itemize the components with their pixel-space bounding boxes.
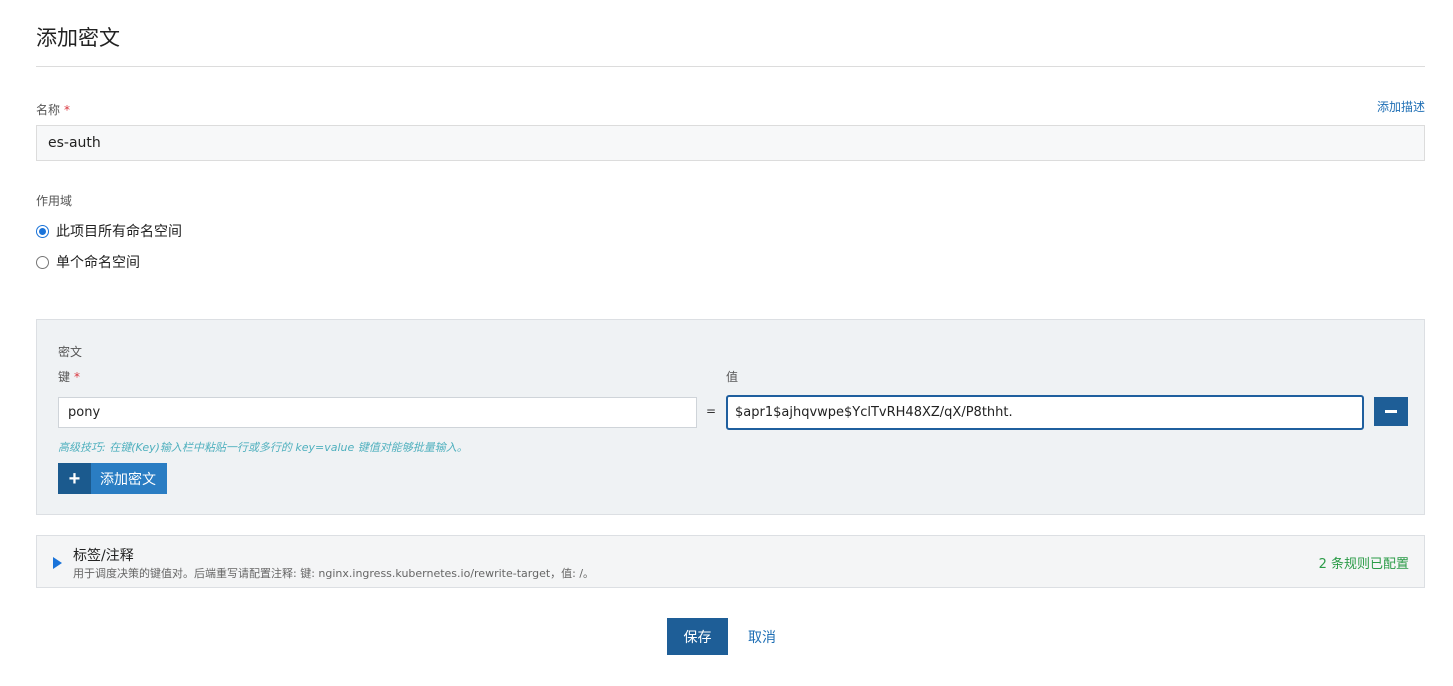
scope-option-label: 单个命名空间 xyxy=(56,255,140,271)
name-input[interactable] xyxy=(36,125,1425,161)
add-description-link[interactable]: 添加描述 xyxy=(1377,98,1425,115)
scope-option-single-namespace[interactable]: 单个命名空间 xyxy=(36,252,140,272)
scope-option-all-namespaces[interactable]: 此项目所有命名空间 xyxy=(36,221,182,241)
minus-icon xyxy=(1385,410,1397,413)
radio-checked-icon[interactable] xyxy=(36,224,49,238)
name-label-text: 名称 xyxy=(36,103,61,117)
add-secret-label: 添加密文 xyxy=(91,463,167,494)
required-mark: * xyxy=(74,370,81,384)
secret-panel: 密文 键* 值 = 高级技巧: 在键(Key)输入栏中粘贴一行或多行的 key=… xyxy=(36,319,1425,515)
secret-key-input[interactable] xyxy=(58,397,697,428)
remove-entry-button[interactable] xyxy=(1374,397,1408,426)
add-secret-button[interactable]: + 添加密文 xyxy=(58,463,167,494)
plus-icon: + xyxy=(58,463,91,494)
paste-tip: 高级技巧: 在键(Key)输入栏中粘贴一行或多行的 key=value 键值对能… xyxy=(58,441,468,454)
radio-unchecked-icon[interactable] xyxy=(36,255,49,269)
required-mark: * xyxy=(64,103,71,117)
secret-panel-title: 密文 xyxy=(58,345,83,359)
key-label: 键 * xyxy=(58,368,80,385)
labels-annotations-title: 标签/注释 xyxy=(73,548,134,564)
scope-label: 作用域 xyxy=(36,194,73,208)
name-label: 名称 * xyxy=(36,101,70,118)
save-button[interactable]: 保存 xyxy=(667,618,728,655)
page-title: 添加密文 xyxy=(36,26,120,50)
labels-annotations-description: 用于调度决策的键值对。后端重写请配置注释: 键: nginx.ingress.k… xyxy=(73,567,595,580)
cancel-link[interactable]: 取消 xyxy=(748,627,776,647)
labels-annotations-panel[interactable]: 标签/注释 用于调度决策的键值对。后端重写请配置注释: 键: nginx.ing… xyxy=(36,535,1425,588)
secret-value-input[interactable] xyxy=(726,395,1364,430)
scope-option-label: 此项目所有命名空间 xyxy=(56,224,182,240)
key-label-text: 键 xyxy=(58,370,71,384)
key-value-separator: = xyxy=(706,404,717,418)
expand-triangle-icon[interactable] xyxy=(53,557,62,569)
value-label: 值 xyxy=(726,370,739,384)
rules-configured-status: 2 条规则已配置 xyxy=(1318,557,1409,572)
title-divider xyxy=(36,66,1425,67)
